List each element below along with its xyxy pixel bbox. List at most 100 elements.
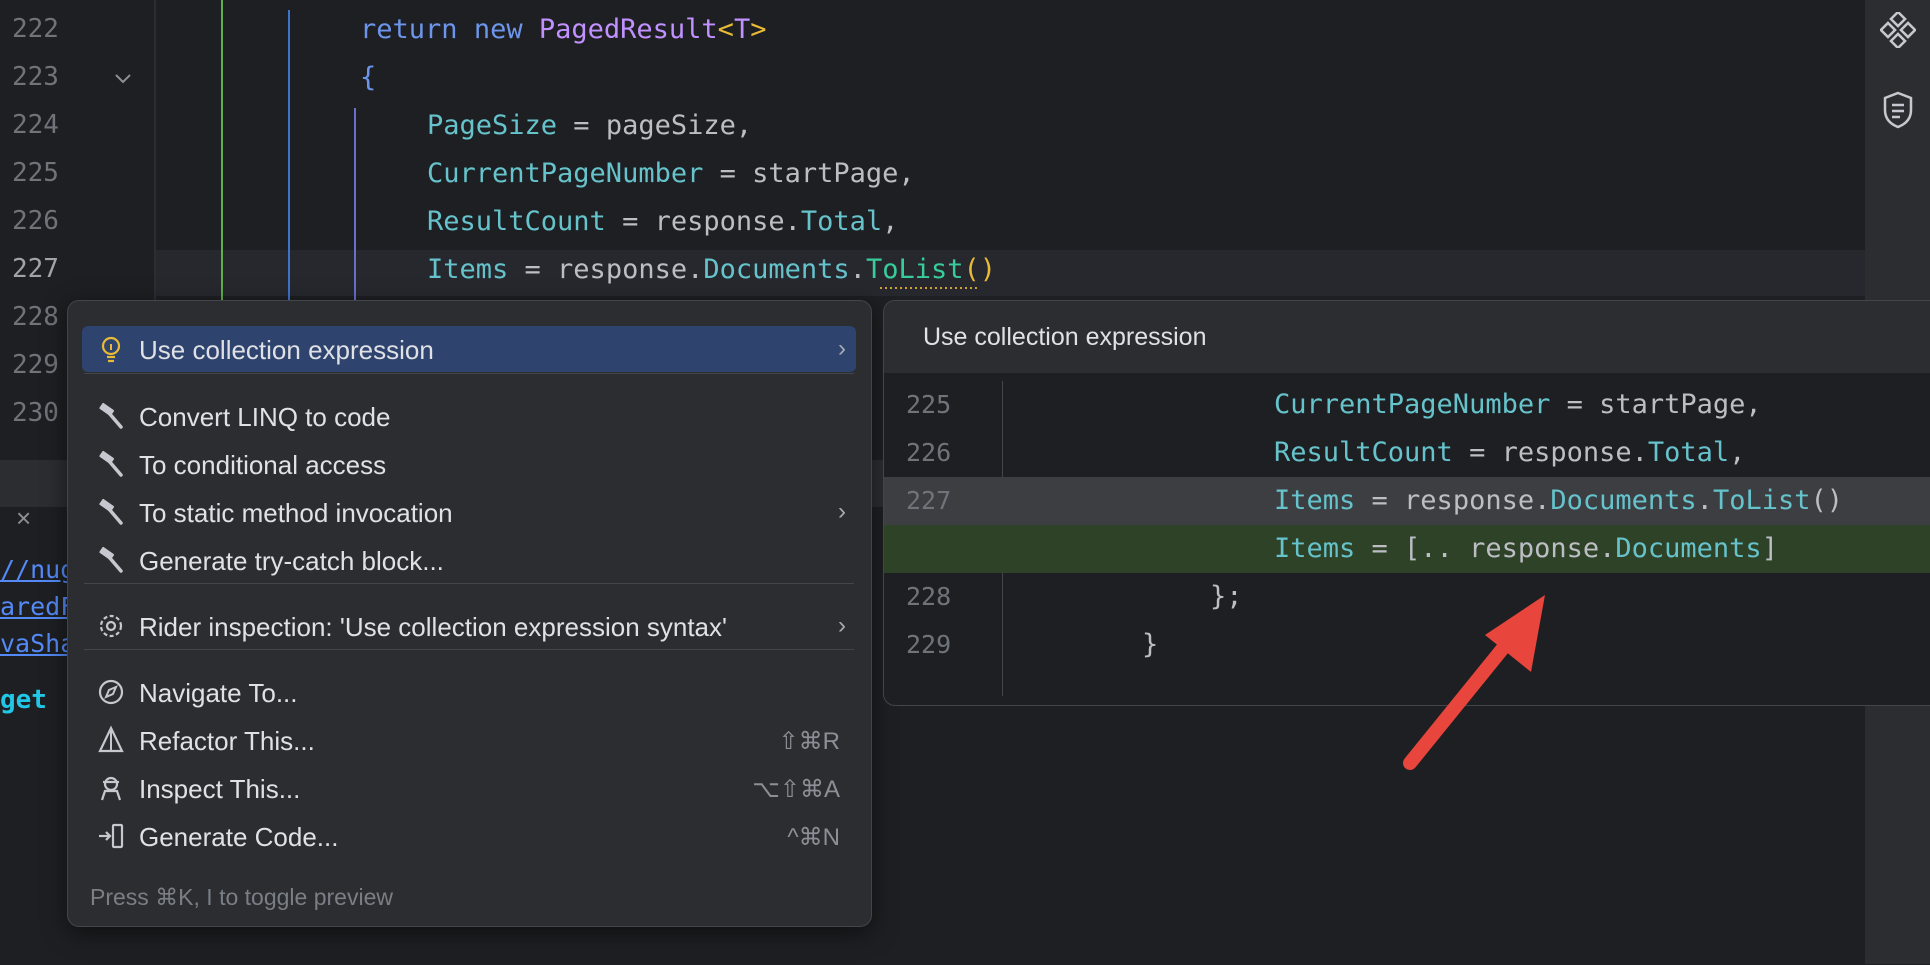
current-line-highlight xyxy=(155,250,1865,296)
code-token: ] xyxy=(1761,533,1778,564)
code-token: = response. xyxy=(605,206,801,237)
code-line: PageSize = pageSize, xyxy=(427,110,752,141)
refactor-icon xyxy=(96,725,126,755)
output-link[interactable]: vaSha xyxy=(0,629,75,658)
line-number: 228 xyxy=(906,582,952,611)
code-token: new xyxy=(473,14,523,45)
menu-item-shortcut: ⇧⌘R xyxy=(778,728,840,755)
code-token: = response. xyxy=(508,254,704,285)
menu-item[interactable]: Convert LINQ to code xyxy=(82,393,856,439)
line-number: 229 xyxy=(12,350,59,380)
code-token: return xyxy=(360,14,458,45)
line-number: 224 xyxy=(12,110,59,140)
code-token: , xyxy=(882,206,899,237)
code-token: } xyxy=(1142,629,1159,660)
menu-item-label: Generate Code... xyxy=(139,822,339,852)
plugins-icon[interactable] xyxy=(1880,12,1916,48)
code-token: = [.. response. xyxy=(1355,533,1616,564)
code-token: PageSize xyxy=(427,110,558,141)
menu-item-label: Convert LINQ to code xyxy=(139,402,391,432)
preview-line: 225 CurrentPageNumber = startPage, xyxy=(884,381,1930,429)
code-token: ResultCount xyxy=(427,206,606,237)
menu-item-label: Generate try-catch block... xyxy=(139,546,444,576)
gear-icon xyxy=(96,611,126,641)
generate-icon xyxy=(96,821,126,851)
code-token: Documents xyxy=(1615,533,1762,564)
line-number: 223 xyxy=(12,62,59,92)
code-token: , xyxy=(1729,437,1746,468)
menu-item[interactable]: Inspect This... ⌥⇧⌘A xyxy=(82,765,856,811)
close-icon[interactable]: × xyxy=(16,503,31,534)
menu-item-shortcut: ⌥⇧⌘A xyxy=(752,776,840,803)
change-marker xyxy=(221,0,223,300)
code-line: ResultCount = response.Total, xyxy=(1274,437,1745,468)
code-token: > xyxy=(750,14,767,45)
code-token: Items xyxy=(427,254,509,285)
code-token: = response. xyxy=(1452,437,1648,468)
inspect-icon xyxy=(96,773,126,803)
code-line: }; xyxy=(1210,581,1243,612)
indent-guide xyxy=(288,10,290,300)
inspection-underline xyxy=(880,287,980,289)
code-token: PagedResult xyxy=(538,14,718,45)
menu-item-label: Refactor This... xyxy=(139,726,315,756)
gutter-separator xyxy=(154,0,156,300)
line-number: 225 xyxy=(906,390,952,419)
menu-item[interactable]: Navigate To... xyxy=(82,669,856,715)
line-number: 226 xyxy=(12,206,59,236)
code-token: Items xyxy=(1274,533,1356,564)
menu-item[interactable]: Use collection expression › xyxy=(82,326,856,372)
annotation-arrow xyxy=(1403,595,1545,770)
output-link[interactable]: //nug xyxy=(0,555,75,584)
menu-item-label: Use collection expression xyxy=(139,335,434,365)
line-number: 227 xyxy=(12,254,59,284)
menu-item[interactable]: Rider inspection: 'Use collection expres… xyxy=(82,603,856,649)
added-line: Items = [.. response.Documents] xyxy=(884,525,1930,573)
menu-item-label: To static method invocation xyxy=(139,498,453,528)
fold-chevron-icon[interactable] xyxy=(113,72,133,86)
code-token: . xyxy=(849,254,866,285)
line-number: 225 xyxy=(12,158,59,188)
line-number: 222 xyxy=(12,14,59,44)
code-token: Total xyxy=(800,206,883,237)
menu-item[interactable]: Refactor This... ⇧⌘R xyxy=(82,717,856,763)
menu-item-shortcut: ^⌘N xyxy=(787,824,840,851)
code-token: ToList xyxy=(1712,485,1811,516)
line-number: 229 xyxy=(906,630,952,659)
code-token: = startPage, xyxy=(703,158,915,189)
menu-item[interactable]: Generate try-catch block... xyxy=(82,537,856,583)
chevron-right-icon: › xyxy=(838,335,846,362)
code-line: CurrentPageNumber = startPage, xyxy=(1274,389,1762,420)
code-token: ResultCount xyxy=(1274,437,1453,468)
menu-item-label: Inspect This... xyxy=(139,774,301,804)
menu-item-label: To conditional access xyxy=(139,450,387,480)
code-line: Items = response.Documents.ToList() xyxy=(1274,485,1843,516)
output-link[interactable]: aredF xyxy=(0,592,75,621)
chevron-right-icon: › xyxy=(838,612,846,639)
menu-item[interactable]: To conditional access xyxy=(82,441,856,487)
hammer-icon xyxy=(96,401,126,431)
menu-item-label: Rider inspection: 'Use collection expres… xyxy=(139,612,727,642)
menu-item[interactable]: Generate Code... ^⌘N xyxy=(82,813,856,859)
preview-header: Use collection expression xyxy=(884,301,1930,373)
hammer-icon xyxy=(96,449,126,479)
code-token: () xyxy=(1810,485,1843,516)
line-number: 226 xyxy=(906,438,952,467)
line-number: 230 xyxy=(12,398,59,428)
menu-item[interactable]: To static method invocation › xyxy=(82,489,856,535)
code-token: Documents xyxy=(703,254,850,285)
code-token: () xyxy=(963,254,996,285)
code-line: Items = response.Documents.ToList() xyxy=(427,254,996,285)
lightbulb-icon xyxy=(96,334,126,364)
code-token: Items xyxy=(1274,485,1356,516)
security-shield-icon[interactable] xyxy=(1881,90,1915,130)
code-line: } xyxy=(1142,629,1158,660)
line-number: 228 xyxy=(12,302,59,332)
preview-line: 226 ResultCount = response.Total, xyxy=(884,429,1930,477)
hammer-icon xyxy=(96,497,126,527)
output-text: get xyxy=(0,685,47,715)
code-token: }; xyxy=(1210,581,1243,612)
code-token: . xyxy=(1696,485,1713,516)
line-number: 227 xyxy=(906,486,952,515)
